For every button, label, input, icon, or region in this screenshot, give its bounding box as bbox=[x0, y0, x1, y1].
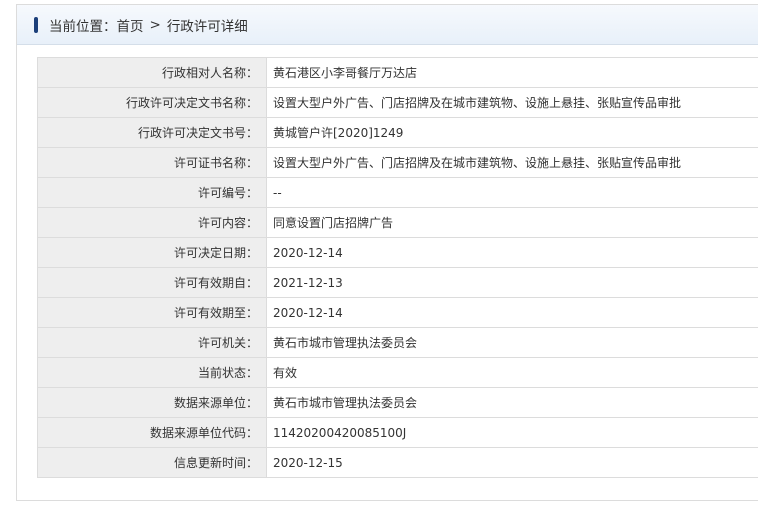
field-value: 设置大型户外广告、门店招牌及在城市建筑物、设施上悬挂、张贴宣传品审批 bbox=[266, 147, 758, 178]
table-row: 当前状态： 有效 bbox=[37, 357, 758, 388]
field-value: 2020-12-14 bbox=[266, 237, 758, 268]
field-value: -- bbox=[266, 177, 758, 208]
table-row: 行政许可决定文书名称： 设置大型户外广告、门店招牌及在城市建筑物、设施上悬挂、张… bbox=[37, 87, 758, 118]
field-value: 同意设置门店招牌广告 bbox=[266, 207, 758, 238]
table-row: 行政相对人名称： 黄石港区小李哥餐厅万达店 bbox=[37, 57, 758, 88]
field-label: 行政许可决定文书号： bbox=[37, 117, 267, 148]
field-value: 有效 bbox=[266, 357, 758, 388]
table-row: 许可机关： 黄石市城市管理执法委员会 bbox=[37, 327, 758, 358]
field-label: 许可编号： bbox=[37, 177, 267, 208]
table-row: 数据来源单位： 黄石市城市管理执法委员会 bbox=[37, 387, 758, 418]
field-label: 行政许可决定文书名称： bbox=[37, 87, 267, 118]
breadcrumb-bar: 当前位置： 首页 > 行政许可详细 bbox=[17, 5, 758, 45]
field-value: 2020-12-14 bbox=[266, 297, 758, 328]
field-label: 数据来源单位： bbox=[37, 387, 267, 418]
breadcrumb-separator: > bbox=[149, 16, 161, 33]
field-value: 黄石港区小李哥餐厅万达店 bbox=[266, 57, 758, 88]
breadcrumb-current: 行政许可详细 bbox=[166, 18, 248, 35]
permit-detail-table: 行政相对人名称： 黄石港区小李哥餐厅万达店 行政许可决定文书名称： 设置大型户外… bbox=[37, 57, 758, 478]
field-label: 许可机关： bbox=[37, 327, 267, 358]
field-label: 许可有效期至： bbox=[37, 297, 267, 328]
table-row: 行政许可决定文书号： 黄城管户许[2020]1249 bbox=[37, 117, 758, 148]
table-row: 许可证书名称： 设置大型户外广告、门店招牌及在城市建筑物、设施上悬挂、张贴宣传品… bbox=[37, 147, 758, 178]
field-value: 黄石市城市管理执法委员会 bbox=[266, 387, 758, 418]
table-row: 许可内容： 同意设置门店招牌广告 bbox=[37, 207, 758, 238]
table-row: 许可有效期至： 2020-12-14 bbox=[37, 297, 758, 328]
breadcrumb: 当前位置： 首页 > 行政许可详细 bbox=[49, 15, 248, 35]
field-label: 许可决定日期： bbox=[37, 237, 267, 268]
table-row: 许可决定日期： 2020-12-14 bbox=[37, 237, 758, 268]
field-value: 2020-12-15 bbox=[266, 447, 758, 478]
field-value: 黄城管户许[2020]1249 bbox=[266, 117, 758, 148]
field-label: 行政相对人名称： bbox=[37, 57, 267, 88]
field-value: 黄石市城市管理执法委员会 bbox=[266, 327, 758, 358]
detail-panel: 当前位置： 首页 > 行政许可详细 行政相对人名称： 黄石港区小李哥餐厅万达店 … bbox=[16, 4, 758, 501]
field-value: 2021-12-13 bbox=[266, 267, 758, 298]
field-label: 当前状态： bbox=[37, 357, 267, 388]
field-value: 11420200420085100J bbox=[266, 417, 758, 448]
field-label: 许可内容： bbox=[37, 207, 267, 238]
table-row: 数据来源单位代码： 11420200420085100J bbox=[37, 417, 758, 448]
field-value: 设置大型户外广告、门店招牌及在城市建筑物、设施上悬挂、张贴宣传品审批 bbox=[266, 87, 758, 118]
field-label: 信息更新时间： bbox=[37, 447, 267, 478]
field-label: 许可证书名称： bbox=[37, 147, 267, 178]
field-label: 许可有效期自： bbox=[37, 267, 267, 298]
table-row: 信息更新时间： 2020-12-15 bbox=[37, 447, 758, 478]
field-label: 数据来源单位代码： bbox=[37, 417, 267, 448]
breadcrumb-home-link[interactable]: 首页 bbox=[117, 15, 144, 35]
breadcrumb-marker-icon bbox=[34, 16, 38, 33]
table-row: 许可有效期自： 2021-12-13 bbox=[37, 267, 758, 298]
breadcrumb-prefix: 当前位置： bbox=[49, 18, 117, 35]
table-row: 许可编号： -- bbox=[37, 177, 758, 208]
